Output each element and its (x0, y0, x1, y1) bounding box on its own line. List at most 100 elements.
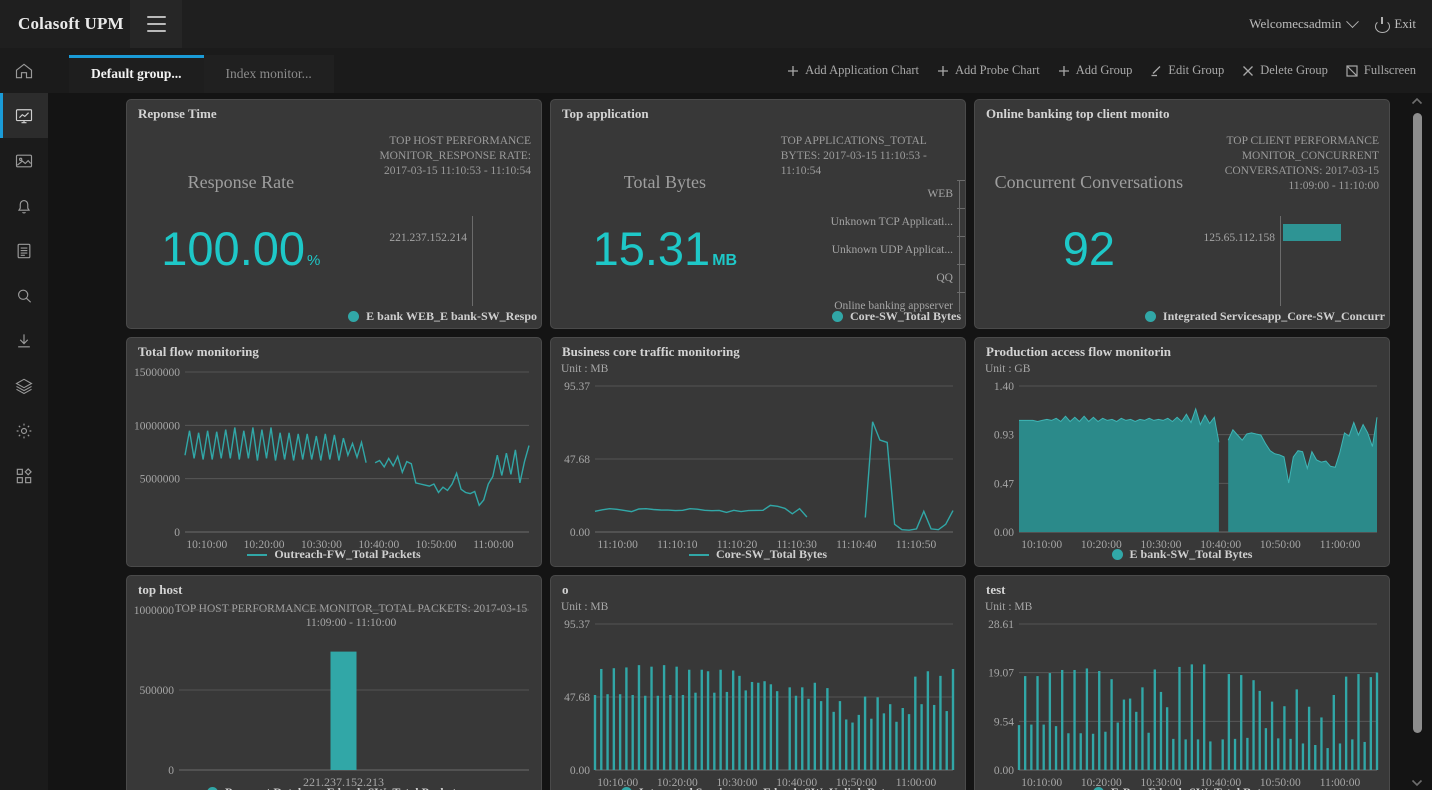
legend-dot-icon (1144, 311, 1156, 322)
svg-text:0.47: 0.47 (994, 478, 1014, 490)
add-application-chart-button[interactable]: Add Application Chart (787, 63, 919, 78)
tab-bar: Default group... Index monitor... (48, 48, 334, 93)
sidebar-item-dashboard[interactable] (0, 93, 48, 138)
card-response-time[interactable]: Reponse Time Response Rate 100.00% TOP H… (126, 99, 542, 329)
card-uplink-bytes[interactable]: o Unit : MB 95.37 47.68 0.00 10:10:00 10:20:… (550, 575, 966, 790)
card-body: Total Bytes 15.31 MB TOP APPLICATIONS_TOT… (551, 124, 965, 328)
chart-unit-label: Unit : MB (561, 363, 609, 375)
card-business-core-traffic[interactable]: Business core traffic monitoring Unit : … (550, 337, 966, 567)
sidebar-item-layers[interactable] (0, 363, 48, 408)
delete-group-button[interactable]: Delete Group (1242, 63, 1328, 78)
action-label: Add Group (1075, 63, 1133, 77)
exit-button[interactable]: Exit (1375, 16, 1416, 33)
legend-label: E bank-SW_Total Bytes (1129, 547, 1253, 561)
card-title: test (986, 582, 1006, 597)
chart-top-host[interactable]: 1000000 500000 0 221.237.152.213 (127, 600, 535, 790)
power-icon (1375, 16, 1391, 33)
card-test[interactable]: test Unit : MB 28.61 19.07 9.54 0.00 10:10:0… (974, 575, 1390, 790)
kpi-panel: Total Bytes 15.31 MB TOP APPLICATIONS_TOT… (551, 124, 965, 328)
legend-label: Core-SW_Total Bytes (716, 547, 827, 561)
kpi-bar-label: 221.237.152.214 (389, 232, 467, 244)
fullscreen-button[interactable]: Fullscreen (1346, 63, 1416, 78)
svg-text:95.37: 95.37 (564, 381, 590, 393)
kpi-mini-bar-chart: WEB Unknown TCP Applicati... Unknown UDP… (779, 180, 965, 312)
scroll-up-arrow-icon[interactable] (1411, 93, 1423, 109)
tab-index-monitor[interactable]: Index monitor... (203, 55, 334, 93)
add-group-button[interactable]: Add Group (1058, 63, 1133, 78)
chevron-down-icon (1346, 14, 1360, 28)
scrollbar-thumb[interactable] (1412, 113, 1422, 733)
legend-line-icon (689, 553, 709, 556)
kpi-right: TOP CLIENT PERFORMANCE MONITOR_CONCURREN… (1203, 124, 1389, 328)
chart-production-access[interactable]: 1.40 0.93 0.47 0.00 10:10:00 10:20:00 10:30:00… (975, 376, 1383, 566)
sidebar-item-settings[interactable] (0, 408, 48, 453)
svg-text:0.00: 0.00 (994, 527, 1014, 539)
chart-total-flow[interactable]: 15000000 10000000 5000000 0 10:10:00 10:20:00… (127, 362, 535, 566)
card-online-banking[interactable]: Online banking top client monito Concurr… (974, 99, 1390, 329)
card-body: 1.40 0.93 0.47 0.00 10:10:00 10:20:00 10:30:00… (975, 376, 1389, 566)
chart-business-core[interactable]: 95.37 47.68 0.00 11:10:00 11:10:10 11:10:20 11… (551, 376, 959, 566)
sidebar-item-logs[interactable] (0, 228, 48, 273)
kpi-right: TOP APPLICATIONS_TOTAL BYTES: 2017-03-15… (779, 124, 965, 328)
card-top-application[interactable]: Top application Total Bytes 15.31 MB TOP… (550, 99, 966, 329)
pencil-icon (1151, 65, 1161, 76)
user-menu[interactable]: Welcomecsadmin (1249, 14, 1360, 32)
edit-group-button[interactable]: Edit Group (1150, 63, 1224, 78)
kpi-unit: % (307, 252, 321, 269)
svg-text:0.00: 0.00 (570, 527, 590, 539)
chart-test[interactable]: 28.61 19.07 9.54 0.00 10:10:00 10:20:00 10:30:… (975, 614, 1383, 790)
card-title: Production access flow monitorin (986, 344, 1171, 359)
legend-label: Outreach-FW_Total Packets (274, 547, 421, 561)
tab-default-group[interactable]: Default group... (69, 55, 204, 93)
svg-text:15000000: 15000000 (134, 367, 180, 379)
kpi-value: 100.00% (127, 224, 355, 286)
card-total-flow-monitoring[interactable]: Total flow monitoring 15000000 10000000 50… (126, 337, 542, 567)
grid-apps-icon (16, 467, 32, 483)
report-image-icon (15, 154, 33, 167)
card-title: Business core traffic monitoring (562, 344, 740, 359)
svg-text:95.37: 95.37 (564, 619, 590, 631)
download-icon (18, 333, 30, 347)
add-probe-chart-button[interactable]: Add Probe Chart (937, 63, 1040, 78)
svg-text:1.40: 1.40 (994, 381, 1014, 393)
sidebar-item-alerts[interactable] (0, 183, 48, 228)
kpi-unit: MB (712, 252, 738, 269)
sidebar-item-apps[interactable] (0, 453, 48, 498)
card-title: top host (138, 582, 183, 597)
svg-text:500000: 500000 (140, 685, 175, 697)
card-legend: Core-SW_Total Bytes (551, 547, 965, 562)
hamburger-icon[interactable] (130, 0, 182, 48)
sidebar-item-reports[interactable] (0, 138, 48, 183)
card-body: 28.61 19.07 9.54 0.00 10:10:00 10:20:00 10:30:… (975, 614, 1389, 790)
fullscreen-icon (1346, 64, 1358, 77)
card-legend: E bank WEB_E bank-SW_Respo (127, 309, 541, 324)
card-top-host[interactable]: top host TOP HOST PERFORMANCE MONITOR_TO… (126, 575, 542, 790)
header-right-group: Welcomecsadmin Exit (1249, 14, 1432, 33)
card-title: Online banking top client monito (986, 106, 1170, 121)
plus-icon (938, 65, 949, 76)
kpi-left: Concurrent Conversations 92 (975, 124, 1203, 328)
chart-unit-label: Unit : MB (561, 601, 609, 613)
exit-label: Exit (1394, 16, 1416, 31)
plus-icon (1058, 65, 1069, 76)
kpi-value: 92 (975, 224, 1203, 274)
card-legend: Payment Database_E bank-SW_Total Packets (127, 785, 541, 790)
kpi-metric-label: Concurrent Conversations (994, 172, 1184, 192)
sidebar-item-home[interactable] (0, 48, 48, 93)
scrollbar-track[interactable] (1412, 109, 1422, 774)
card-legend: Integrated Servicesapp_E bank-SW_Uplink … (551, 785, 965, 790)
scroll-down-arrow-icon[interactable] (1411, 774, 1423, 790)
kpi-number: 100.00 (161, 222, 306, 275)
kpi-left: Total Bytes 15.31 MB (551, 124, 779, 328)
svg-text:47.68: 47.68 (564, 454, 590, 466)
chart-uplink-bytes[interactable]: 95.37 47.68 0.00 10:10:00 10:20:00 10:30:00 10… (551, 614, 959, 790)
sidebar-item-search[interactable] (0, 273, 48, 318)
sidebar-item-download[interactable] (0, 318, 48, 363)
chart-unit-label: Unit : GB (985, 363, 1031, 375)
card-title: Top application (562, 106, 649, 121)
document-log-icon (17, 243, 31, 258)
vertical-scrollbar[interactable] (1410, 93, 1424, 790)
kpi-mini-bar-chart: 221.237.152.214 (355, 210, 541, 312)
kpi-number: 15.31 (592, 222, 711, 275)
card-production-access-flow[interactable]: Production access flow monitorin Unit : … (974, 337, 1390, 567)
